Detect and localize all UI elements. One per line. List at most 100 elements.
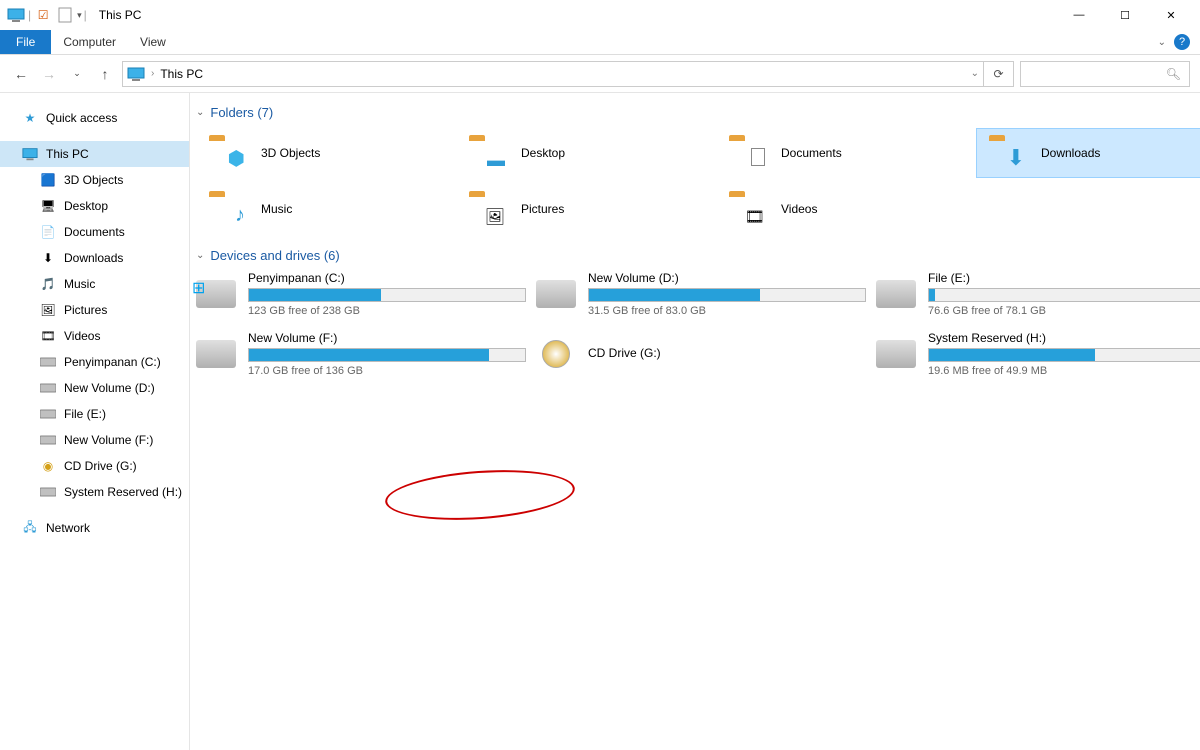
drive-item[interactable]: File (E:)76.6 GB free of 78.1 GB bbox=[876, 271, 1200, 317]
address-bar: ← → ⌄ ↑ › This PC ⌄ ⟳ 🔍︎ bbox=[0, 55, 1200, 93]
sidebar-item[interactable]: Penyimpanan (C:) bbox=[0, 349, 189, 375]
folder-item[interactable]: 🎞Videos bbox=[716, 184, 976, 234]
folder-icon: 🖼 bbox=[40, 302, 56, 318]
usage-bar bbox=[248, 348, 526, 362]
content-area: ⌄ Folders (7) ⬢ 3D Objects ▬DesktopDocumen… bbox=[190, 93, 1200, 750]
navigation-pane: ★ Quick access This PC 🟦3D Objects🖥Deskt… bbox=[0, 93, 190, 750]
folder-label: Downloads bbox=[1041, 146, 1100, 160]
folder-icon: 🎵 bbox=[40, 276, 56, 292]
sidebar-quick-access[interactable]: ★ Quick access bbox=[0, 105, 189, 131]
sidebar-item[interactable]: File (E:) bbox=[0, 401, 189, 427]
drive-icon bbox=[40, 484, 56, 500]
drive-label: New Volume (D:) bbox=[588, 271, 866, 285]
maximize-button[interactable]: ☐ bbox=[1102, 0, 1148, 30]
folder-icon: 🖼 bbox=[467, 189, 507, 229]
chevron-right-icon[interactable]: › bbox=[151, 68, 154, 79]
chevron-down-icon: ⌄ bbox=[196, 107, 204, 118]
drive-stat: 31.5 GB free of 83.0 GB bbox=[588, 305, 866, 317]
drives-section: ⌄ Devices and drives (6) ⊞Penyimpanan (C… bbox=[196, 248, 1194, 377]
drive-icon bbox=[536, 280, 576, 308]
drive-stat: 19.6 MB free of 49.9 MB bbox=[928, 365, 1200, 377]
drive-item[interactable]: ⊞Penyimpanan (C:)123 GB free of 238 GB bbox=[196, 271, 526, 317]
sidebar-item[interactable]: 🎞Videos bbox=[0, 323, 189, 349]
drive-stat: 17.0 GB free of 136 GB bbox=[248, 365, 526, 377]
drive-item[interactable]: New Volume (F:)17.0 GB free of 136 GB bbox=[196, 331, 526, 377]
address-path[interactable]: › This PC ⌄ bbox=[122, 61, 984, 87]
file-tab[interactable]: File bbox=[0, 30, 51, 54]
forward-button[interactable]: → bbox=[38, 63, 60, 85]
folder-item[interactable]: ⬢ 3D Objects bbox=[196, 128, 456, 178]
folder-item[interactable]: ⬇Downloads bbox=[976, 128, 1200, 178]
drive-item[interactable]: CD Drive (G:) bbox=[536, 331, 866, 377]
folder-label: Pictures bbox=[521, 202, 564, 216]
sidebar-item[interactable]: New Volume (D:) bbox=[0, 375, 189, 401]
usage-bar bbox=[928, 348, 1200, 362]
pc-icon bbox=[6, 5, 26, 25]
view-tab[interactable]: View bbox=[128, 30, 178, 54]
checkbox-icon[interactable]: ☑ bbox=[33, 5, 53, 25]
drives-header[interactable]: ⌄ Devices and drives (6) bbox=[196, 248, 1194, 263]
folders-header[interactable]: ⌄ Folders (7) bbox=[196, 105, 1194, 120]
folder-icon: 🎞 bbox=[727, 189, 767, 229]
sidebar-item[interactable]: 🎵Music bbox=[0, 271, 189, 297]
folder-label: 3D Objects bbox=[261, 146, 320, 160]
folder-label: Desktop bbox=[521, 146, 565, 160]
sidebar-item[interactable]: ◉CD Drive (G:) bbox=[0, 453, 189, 479]
sidebar-item[interactable]: 🖥Desktop bbox=[0, 193, 189, 219]
cd-icon bbox=[536, 340, 576, 368]
folder-icon: 🟦 bbox=[40, 172, 56, 188]
folder-item[interactable]: 🖼 Pictures bbox=[456, 184, 716, 234]
folders-section: ⌄ Folders (7) ⬢ 3D Objects ▬DesktopDocumen… bbox=[196, 105, 1194, 234]
drive-label: Penyimpanan (C:) bbox=[248, 271, 526, 285]
folder-label: Music bbox=[261, 202, 292, 216]
folder-icon: ⬢ bbox=[207, 133, 247, 173]
address-dropdown-icon[interactable]: ⌄ bbox=[971, 68, 979, 79]
sidebar-item[interactable]: New Volume (F:) bbox=[0, 427, 189, 453]
qat-dropdown-icon[interactable]: ▾ bbox=[77, 10, 82, 21]
search-input[interactable]: 🔍︎ bbox=[1020, 61, 1190, 87]
sidebar-item[interactable]: ⬇Downloads bbox=[0, 245, 189, 271]
drive-stat: 123 GB free of 238 GB bbox=[248, 305, 526, 317]
windows-icon: ⊞ bbox=[192, 278, 205, 298]
drive-icon bbox=[40, 354, 56, 370]
document-icon[interactable] bbox=[55, 5, 75, 25]
annotation-circle bbox=[384, 464, 577, 525]
drive-item[interactable]: System Reserved (H:)19.6 MB free of 49.9… bbox=[876, 331, 1200, 377]
cd-icon: ◉ bbox=[40, 458, 56, 474]
drive-icon bbox=[196, 340, 236, 368]
sidebar-network[interactable]: 🖧 Network bbox=[0, 515, 189, 541]
close-button[interactable]: ✕ bbox=[1148, 0, 1194, 30]
pc-icon bbox=[127, 67, 145, 81]
up-button[interactable]: ↑ bbox=[94, 63, 116, 85]
refresh-button[interactable]: ⟳ bbox=[984, 61, 1014, 87]
folder-icon: ♪ bbox=[207, 189, 247, 229]
usage-bar bbox=[588, 288, 866, 302]
network-icon: 🖧 bbox=[22, 520, 38, 536]
drive-item[interactable]: New Volume (D:) 31.5 GB free of 83.0 GB bbox=[536, 271, 866, 317]
divider-icon: | bbox=[28, 8, 31, 22]
help-icon[interactable]: ? bbox=[1174, 34, 1190, 50]
folder-item[interactable]: Documents bbox=[716, 128, 976, 178]
sidebar-this-pc[interactable]: This PC bbox=[0, 141, 189, 167]
ribbon-collapse-icon[interactable]: ⌄ bbox=[1158, 37, 1166, 48]
sidebar-item[interactable]: System Reserved (H:) bbox=[0, 479, 189, 505]
recent-dropdown[interactable]: ⌄ bbox=[66, 63, 88, 85]
pc-icon bbox=[22, 146, 38, 162]
folder-icon bbox=[727, 133, 767, 173]
breadcrumb-thispc[interactable]: This PC bbox=[160, 67, 203, 81]
sidebar-item[interactable]: 🟦3D Objects bbox=[0, 167, 189, 193]
sidebar-item[interactable]: 📄Documents bbox=[0, 219, 189, 245]
drive-icon bbox=[40, 432, 56, 448]
drive-icon bbox=[40, 380, 56, 396]
usage-bar bbox=[248, 288, 526, 302]
back-button[interactable]: ← bbox=[10, 63, 32, 85]
sidebar-item[interactable]: 🖼Pictures bbox=[0, 297, 189, 323]
divider-icon: | bbox=[84, 8, 87, 22]
folder-item[interactable]: ♪ Music bbox=[196, 184, 456, 234]
drive-icon bbox=[876, 280, 916, 308]
folder-item[interactable]: ▬Desktop bbox=[456, 128, 716, 178]
folder-icon: 📄 bbox=[40, 224, 56, 240]
window-title: This PC bbox=[99, 8, 142, 22]
minimize-button[interactable]: — bbox=[1056, 0, 1102, 30]
computer-tab[interactable]: Computer bbox=[51, 30, 128, 54]
